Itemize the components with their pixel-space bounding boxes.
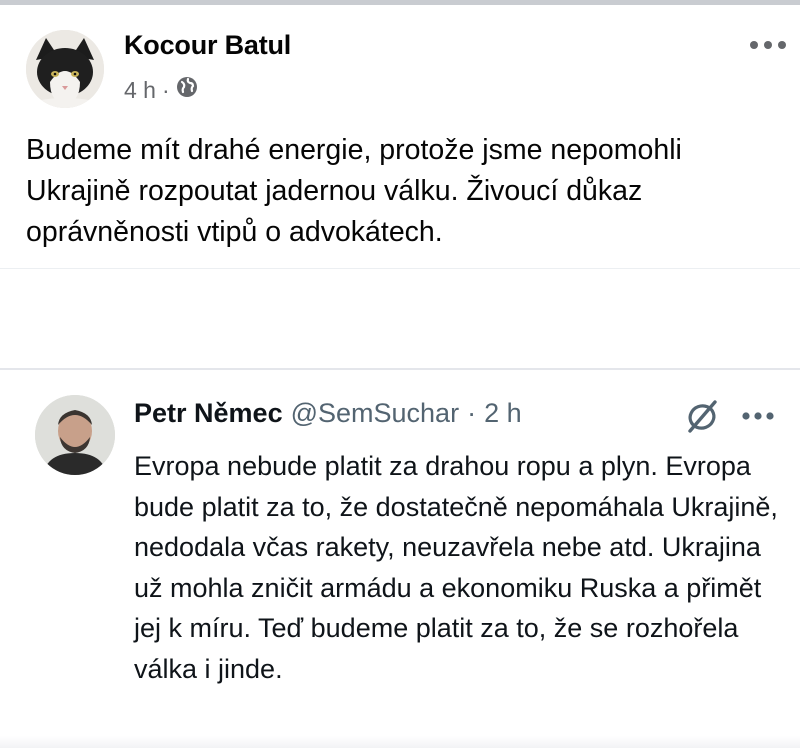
tweet-text: Evropa nebude platit za drahou ropu a pl… bbox=[134, 451, 778, 684]
more-dots-icon bbox=[750, 41, 786, 49]
author-avatar[interactable] bbox=[26, 30, 104, 108]
post-meta: 4 h · bbox=[124, 76, 198, 104]
more-dots-icon bbox=[742, 412, 774, 420]
tweet-separator: · bbox=[467, 398, 477, 428]
tweet-header: Petr Němec @SemSuchar · 2 h bbox=[134, 398, 522, 429]
x-logo-icon bbox=[684, 398, 720, 434]
tweet-time[interactable]: 2 h bbox=[484, 398, 522, 429]
top-divider-bar bbox=[0, 0, 800, 5]
tweet-more-button[interactable] bbox=[738, 402, 778, 430]
meta-separator: · bbox=[161, 76, 170, 103]
bottom-edge bbox=[0, 736, 800, 748]
tweet-author-handle[interactable]: @SemSuchar bbox=[291, 398, 459, 429]
tweet-divider bbox=[0, 368, 800, 370]
post-text: Budeme mít drahé energie, protože jsme n… bbox=[26, 134, 682, 248]
author-name[interactable]: Kocour Batul bbox=[124, 30, 291, 61]
post-divider bbox=[0, 268, 800, 269]
globe-icon bbox=[176, 76, 198, 104]
tweet-author-avatar[interactable] bbox=[35, 395, 115, 475]
post-more-button[interactable] bbox=[748, 30, 788, 60]
man-avatar-image bbox=[35, 395, 115, 475]
tweet-author-name[interactable]: Petr Němec bbox=[134, 398, 283, 429]
cat-avatar-image bbox=[26, 30, 104, 108]
post-time[interactable]: 4 h bbox=[124, 77, 156, 104]
